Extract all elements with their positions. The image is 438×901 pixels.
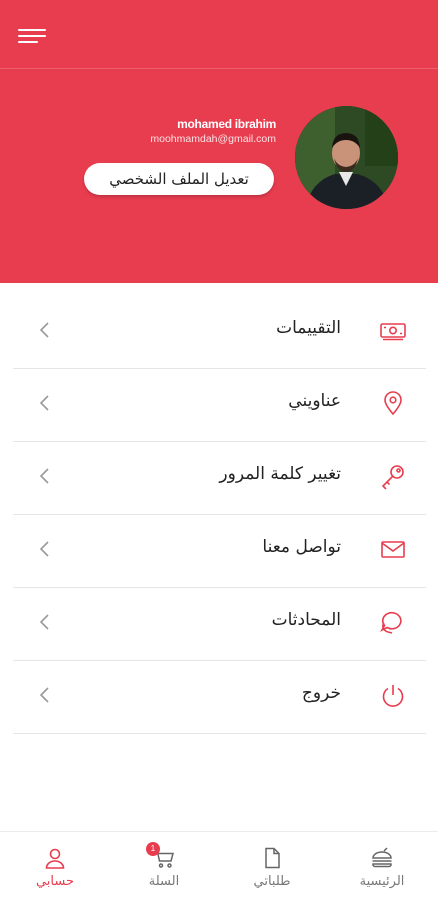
menu-item-label: خروج (301, 683, 341, 703)
nav-cart[interactable]: 1 السلة (124, 832, 204, 901)
cart-count-badge: 1 (146, 842, 160, 856)
menu-item-label: التقييمات (276, 318, 341, 338)
user-icon (43, 846, 67, 870)
menu-item-chats[interactable]: المحادثات (13, 588, 426, 661)
menu-item-addresses[interactable]: عناويني (13, 369, 426, 442)
money-icon (379, 316, 407, 344)
menu-item-label: تغيير كلمة المرور (219, 464, 341, 484)
edit-profile-button[interactable]: تعديل الملف الشخصي (84, 163, 274, 195)
user-name: mohamed ibrahim (177, 117, 276, 131)
menu-item-contact-us[interactable]: تواصل معنا (13, 515, 426, 588)
menu-item-label: تواصل معنا (262, 537, 341, 557)
menu-item-label: عناويني (288, 391, 341, 411)
menu-item-ratings[interactable]: التقييمات (13, 296, 426, 369)
location-pin-icon (379, 389, 407, 417)
chevron-left-icon (35, 612, 55, 632)
nav-orders[interactable]: طلباتي (232, 832, 312, 901)
header-divider (0, 68, 438, 69)
power-icon (379, 681, 407, 709)
chevron-left-icon (35, 539, 55, 559)
menu-item-change-password[interactable]: تغيير كلمة المرور (13, 442, 426, 515)
orders-document-icon (260, 846, 284, 870)
chevron-left-icon (35, 393, 55, 413)
chat-bubble-icon (379, 608, 407, 636)
avatar-photo (295, 106, 398, 209)
bottom-navigation: الرئيسية طلباتي 1 السلة حسابي (0, 831, 438, 901)
hamburger-menu-button[interactable] (16, 24, 48, 48)
chevron-left-icon (35, 685, 55, 705)
profile-header: mohamed ibrahim moohmamdah@gmail.com تعد… (0, 0, 438, 283)
nav-home[interactable]: الرئيسية (342, 832, 422, 901)
nav-label: الرئيسية (359, 874, 405, 889)
nav-label: طلباتي (253, 874, 291, 889)
account-menu-list: التقييمات عناويني تغيير كلمة المرور تواص… (13, 296, 426, 734)
chevron-left-icon (35, 320, 55, 340)
mail-icon (379, 535, 407, 563)
user-email: moohmamdah@gmail.com (150, 133, 276, 145)
home-burger-icon (370, 846, 394, 870)
chevron-left-icon (35, 466, 55, 486)
nav-label: السلة (148, 874, 180, 889)
key-icon (379, 462, 407, 490)
menu-item-logout[interactable]: خروج (13, 661, 426, 734)
nav-label: حسابي (35, 874, 75, 889)
menu-item-label: المحادثات (271, 610, 341, 630)
avatar (295, 106, 398, 209)
nav-account[interactable]: حسابي (15, 832, 95, 901)
